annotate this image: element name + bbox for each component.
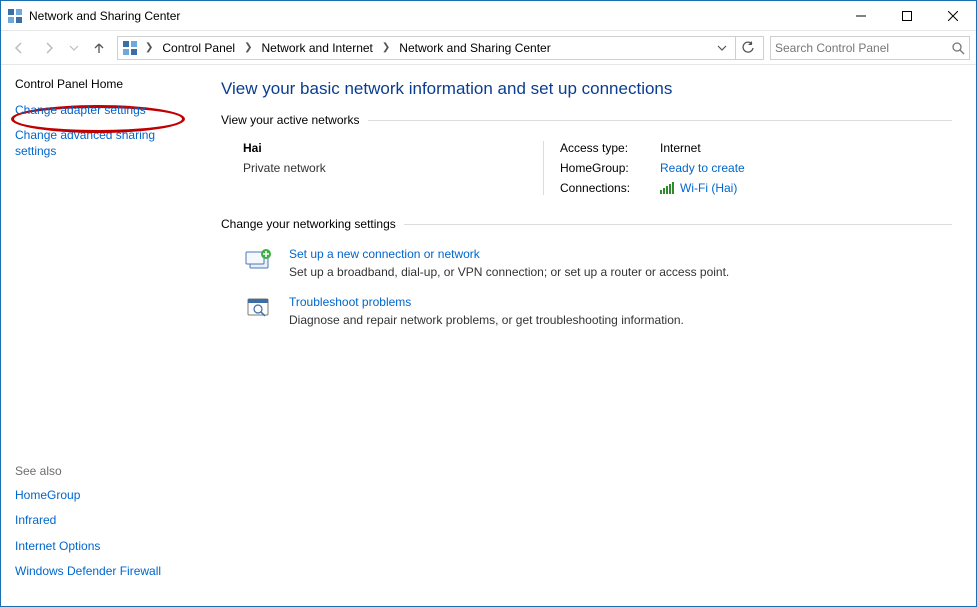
setup-connection-icon	[243, 247, 275, 275]
access-type-label: Access type:	[560, 141, 660, 155]
nav-forward-button[interactable]	[37, 36, 61, 60]
maximize-button[interactable]	[884, 1, 930, 31]
search-icon	[951, 41, 965, 55]
refresh-button[interactable]	[735, 37, 759, 59]
nav-recent-dropdown[interactable]	[67, 36, 81, 60]
main-content: View your basic network information and …	[201, 65, 976, 606]
search-input[interactable]: Search Control Panel	[770, 36, 970, 60]
see-also-infrared[interactable]: Infrared	[15, 513, 187, 529]
window-controls	[838, 1, 976, 30]
close-button[interactable]	[930, 1, 976, 31]
see-also-homegroup[interactable]: HomeGroup	[15, 488, 187, 504]
task-troubleshoot-link[interactable]: Troubleshoot problems	[289, 295, 684, 309]
network-name: Hai	[243, 141, 543, 155]
navbar: ❯ Control Panel ❯ Network and Internet ❯…	[1, 31, 976, 65]
wifi-signal-icon	[660, 182, 674, 194]
app-icon	[7, 8, 23, 24]
task-setup-connection: Set up a new connection or network Set u…	[221, 241, 952, 289]
nav-up-button[interactable]	[87, 36, 111, 60]
section-label: View your active networks	[221, 113, 360, 127]
divider	[404, 224, 952, 225]
breadcrumb-item[interactable]: Network and Internet	[260, 39, 375, 57]
breadcrumb-icon	[122, 40, 138, 56]
access-type-value: Internet	[660, 141, 745, 155]
window-title: Network and Sharing Center	[29, 9, 180, 23]
nav-back-button[interactable]	[7, 36, 31, 60]
troubleshoot-icon	[243, 295, 275, 323]
see-also-internet-options[interactable]: Internet Options	[15, 539, 187, 555]
sidebar-advanced-sharing-link[interactable]: Change advanced sharing settings	[15, 128, 187, 159]
task-setup-connection-link[interactable]: Set up a new connection or network	[289, 247, 729, 261]
breadcrumb[interactable]: ❯ Control Panel ❯ Network and Internet ❯…	[117, 36, 764, 60]
chevron-right-icon[interactable]: ❯	[241, 42, 255, 53]
search-placeholder: Search Control Panel	[775, 41, 889, 55]
connections-label: Connections:	[560, 181, 660, 195]
titlebar: Network and Sharing Center	[1, 1, 976, 31]
breadcrumb-item[interactable]: Control Panel	[160, 39, 237, 57]
sidebar-home-link[interactable]: Control Panel Home	[15, 77, 187, 93]
task-troubleshoot-desc: Diagnose and repair network problems, or…	[289, 313, 684, 327]
section-change-settings: Change your networking settings	[221, 217, 952, 231]
see-also-firewall[interactable]: Windows Defender Firewall	[15, 564, 187, 580]
minimize-button[interactable]	[838, 1, 884, 31]
homegroup-label: HomeGroup:	[560, 161, 660, 175]
divider	[368, 120, 952, 121]
task-setup-connection-desc: Set up a broadband, dial-up, or VPN conn…	[289, 265, 729, 279]
breadcrumb-history-dropdown[interactable]	[713, 39, 731, 57]
connection-link[interactable]: Wi-Fi (Hai)	[680, 181, 737, 195]
active-network-row: Hai Private network Access type: Interne…	[221, 137, 952, 213]
task-troubleshoot: Troubleshoot problems Diagnose and repai…	[221, 289, 952, 337]
section-active-networks: View your active networks	[221, 113, 952, 127]
page-heading: View your basic network information and …	[221, 79, 952, 99]
sidebar: Control Panel Home Change adapter settin…	[1, 65, 201, 606]
see-also-label: See also	[15, 464, 187, 478]
section-label: Change your networking settings	[221, 217, 396, 231]
sidebar-change-adapter-link[interactable]: Change adapter settings	[15, 103, 187, 119]
chevron-right-icon[interactable]: ❯	[379, 42, 393, 53]
chevron-right-icon[interactable]: ❯	[142, 42, 156, 53]
breadcrumb-item[interactable]: Network and Sharing Center	[397, 39, 552, 57]
homegroup-link[interactable]: Ready to create	[660, 161, 745, 175]
network-type: Private network	[243, 161, 543, 175]
